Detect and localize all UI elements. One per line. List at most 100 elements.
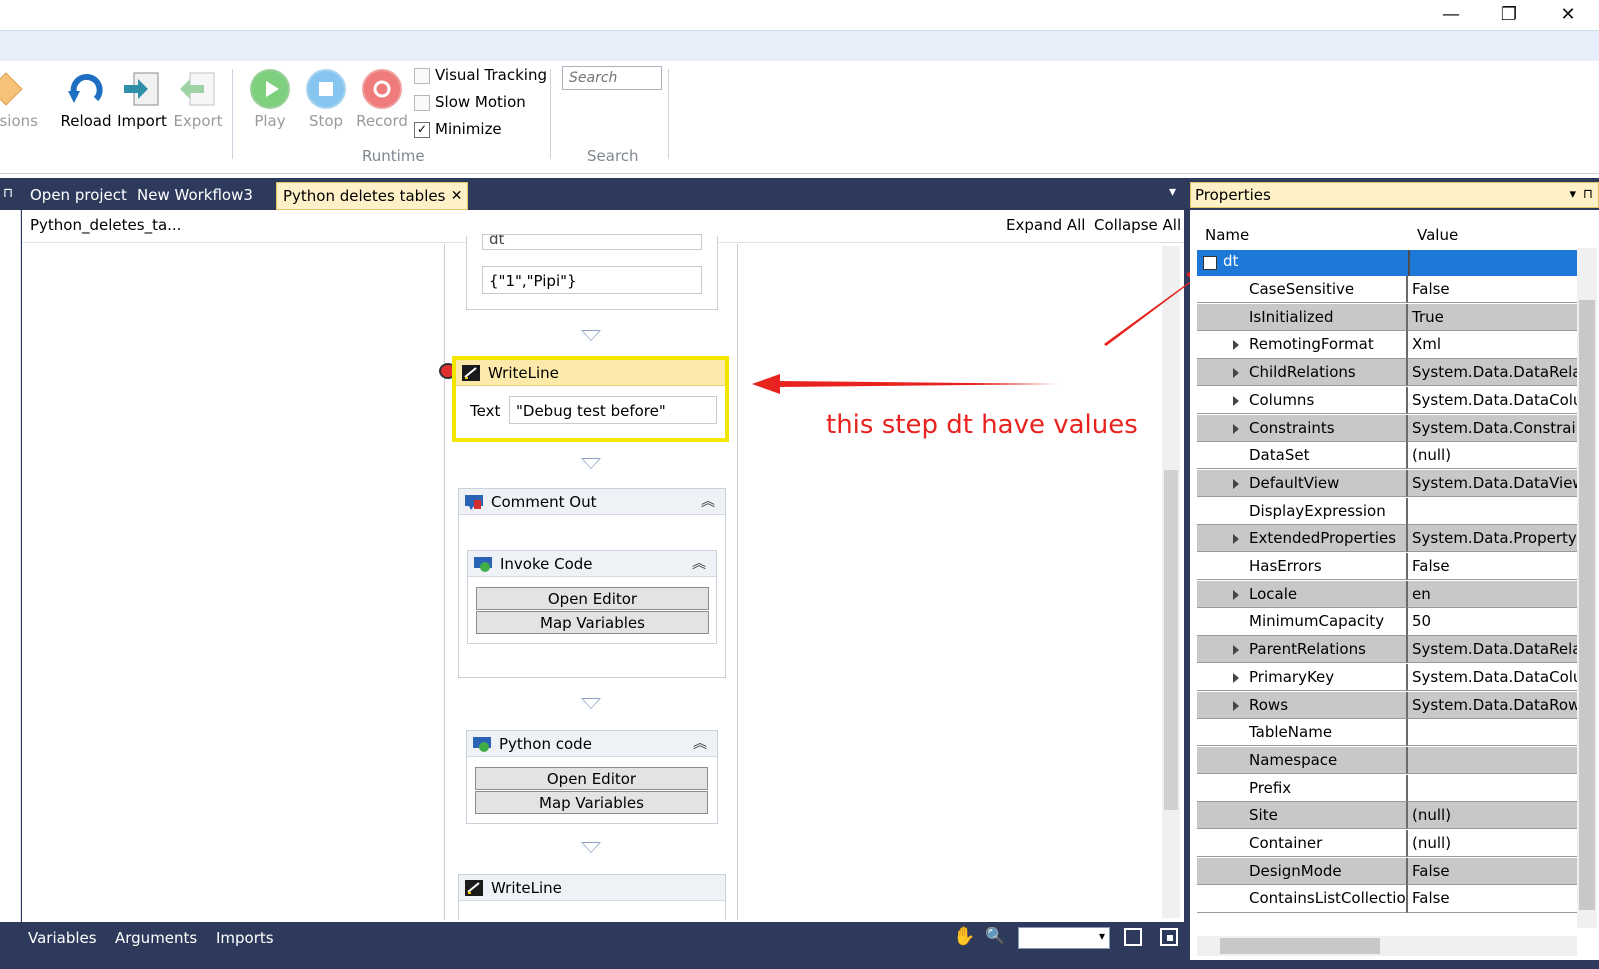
canvas-scroll-thumb[interactable]: [1164, 470, 1178, 810]
record-button[interactable]: Record: [354, 69, 410, 130]
collapse-node-icon[interactable]: [1203, 256, 1217, 270]
assign-value-field[interactable]: {"1","Pipi"}: [482, 266, 702, 294]
map-variables-button[interactable]: Map Variables: [476, 611, 709, 634]
reload-button[interactable]: Reload: [58, 69, 114, 130]
property-row[interactable]: DesignMode False: [1197, 857, 1577, 885]
property-row[interactable]: IsInitialized True: [1197, 303, 1577, 331]
zoom-icon[interactable]: 🔍: [985, 926, 1005, 945]
expand-arrow-icon[interactable]: [1233, 395, 1239, 406]
drop-arrow-icon[interactable]: [581, 330, 601, 341]
property-value[interactable]: False: [1408, 553, 1577, 581]
collapse-all-button[interactable]: Collapse All: [1094, 216, 1181, 234]
property-value[interactable]: 50: [1408, 608, 1577, 636]
close-tab-icon[interactable]: ✕: [451, 183, 463, 209]
comment-out-activity[interactable]: Comment Out ︽ Invoke Code ︽ Open Editor …: [458, 488, 726, 678]
zoom-level-select[interactable]: ▾: [1018, 927, 1110, 949]
property-value[interactable]: [1408, 775, 1577, 802]
property-row[interactable]: PrimaryKey System.Data.DataColu: [1197, 663, 1577, 691]
property-row[interactable]: DisplayExpression: [1197, 497, 1577, 525]
property-value[interactable]: System.Data.DataView: [1408, 469, 1577, 498]
expand-arrow-icon[interactable]: [1233, 700, 1239, 711]
assign-activity[interactable]: dt {"1","Pipi"}: [466, 234, 718, 310]
imports-tab[interactable]: Imports: [216, 929, 274, 947]
property-value[interactable]: False: [1408, 857, 1577, 885]
visual-tracking-check-box[interactable]: [414, 67, 430, 84]
open-editor-button[interactable]: Open Editor: [475, 767, 708, 790]
property-value[interactable]: System.Data.DataColu: [1408, 664, 1577, 691]
property-row[interactable]: Container (null): [1197, 830, 1577, 858]
property-row[interactable]: TableName: [1197, 719, 1577, 747]
visual-tracking-checkbox[interactable]: Visual Tracking: [414, 66, 547, 84]
open-editor-button[interactable]: Open Editor: [476, 587, 709, 610]
property-row[interactable]: ParentRelations System.Data.DataRela: [1197, 636, 1577, 664]
collapse-icon[interactable]: ︽: [701, 489, 715, 515]
close-window-button[interactable]: ✕: [1545, 2, 1591, 28]
collapse-icon[interactable]: ︽: [693, 731, 707, 757]
property-value[interactable]: System.Data.DataRela: [1408, 636, 1577, 664]
drop-arrow-icon[interactable]: [581, 458, 601, 469]
fit-to-screen-icon[interactable]: [1124, 928, 1142, 946]
properties-menu-icon[interactable]: ▾: [1569, 183, 1576, 207]
tab-new-workflow3[interactable]: New Workflow3: [131, 182, 259, 208]
tab-python-deletes-tables[interactable]: Python deletes tables ✕: [276, 182, 469, 210]
tab-overflow-icon[interactable]: ▾: [1169, 184, 1176, 200]
property-value[interactable]: [1408, 498, 1577, 525]
writeline-activity-selected[interactable]: WriteLine Text "Debug test before": [452, 356, 729, 442]
property-row[interactable]: MinimumCapacity 50: [1197, 608, 1577, 636]
drop-arrow-icon[interactable]: [581, 698, 601, 709]
property-row[interactable]: ContainsListCollection False: [1197, 885, 1577, 913]
python-code-activity[interactable]: Python code ︽ Open Editor Map Variables: [466, 730, 718, 824]
expand-arrow-icon[interactable]: [1233, 478, 1239, 489]
writeline-header[interactable]: WriteLine: [459, 875, 725, 901]
property-value[interactable]: (null): [1408, 830, 1577, 858]
slow-motion-checkbox[interactable]: Slow Motion: [414, 93, 526, 111]
property-value[interactable]: [1408, 746, 1577, 775]
property-row[interactable]: DefaultView System.Data.DataView: [1197, 469, 1577, 498]
property-row[interactable]: Namespace: [1197, 746, 1577, 775]
expand-arrow-icon[interactable]: [1233, 368, 1239, 379]
tab-open-project[interactable]: Open project: [24, 182, 133, 208]
properties-scroll-thumb[interactable]: [1579, 300, 1595, 910]
property-value[interactable]: (null): [1408, 802, 1577, 830]
property-value[interactable]: False: [1408, 885, 1577, 913]
invoke-code-activity[interactable]: Invoke Code ︽ Open Editor Map Variables: [467, 550, 717, 644]
property-value[interactable]: en: [1408, 580, 1577, 608]
play-button[interactable]: Play: [242, 69, 298, 130]
permissions-button[interactable]: nissions: [0, 69, 38, 130]
search-input[interactable]: [562, 66, 662, 90]
import-button[interactable]: Import: [114, 69, 170, 130]
overview-icon[interactable]: [1160, 928, 1178, 946]
python-code-header[interactable]: Python code ︽: [467, 731, 717, 757]
breadcrumb[interactable]: Python_deletes_ta...: [30, 216, 181, 234]
property-value[interactable]: System.Data.Property(: [1408, 525, 1577, 553]
hand-pan-icon[interactable]: ✋: [953, 926, 975, 947]
properties-root-row-selected[interactable]: dt: [1197, 250, 1577, 276]
expand-arrow-icon[interactable]: [1233, 340, 1239, 351]
value-column-header[interactable]: Value: [1417, 226, 1458, 244]
collapse-icon[interactable]: ︽: [692, 551, 706, 577]
export-button[interactable]: Export: [170, 69, 226, 130]
minimize-check-icon[interactable]: ✓: [414, 121, 430, 138]
property-value[interactable]: System.Data.DataRela: [1408, 359, 1577, 387]
property-row[interactable]: Columns System.Data.DataColu: [1197, 386, 1577, 414]
property-value[interactable]: False: [1408, 276, 1577, 304]
name-column-header[interactable]: Name: [1205, 226, 1249, 244]
minimize-checkbox[interactable]: ✓ Minimize: [414, 120, 502, 138]
property-row[interactable]: Rows System.Data.DataRow: [1197, 691, 1577, 719]
expand-arrow-icon[interactable]: [1233, 589, 1239, 600]
restore-window-button[interactable]: ❐: [1486, 2, 1532, 28]
property-value[interactable]: (null): [1408, 442, 1577, 470]
variables-tab[interactable]: Variables: [28, 929, 97, 947]
pin-icon[interactable]: ⊓: [1583, 183, 1593, 207]
assign-to-field[interactable]: dt: [482, 234, 702, 250]
writeline-text-input[interactable]: "Debug test before": [509, 396, 717, 424]
expand-arrow-icon[interactable]: [1233, 534, 1239, 545]
minimize-window-button[interactable]: —: [1428, 2, 1474, 28]
comment-out-header[interactable]: Comment Out ︽: [459, 489, 725, 515]
property-row[interactable]: ChildRelations System.Data.DataRela: [1197, 359, 1577, 387]
invoke-code-header[interactable]: Invoke Code ︽: [468, 551, 716, 577]
property-value[interactable]: System.Data.DataColu: [1408, 387, 1577, 414]
expand-arrow-icon[interactable]: [1233, 423, 1239, 434]
expand-arrow-icon[interactable]: [1233, 645, 1239, 656]
writeline-header[interactable]: WriteLine: [456, 360, 725, 386]
